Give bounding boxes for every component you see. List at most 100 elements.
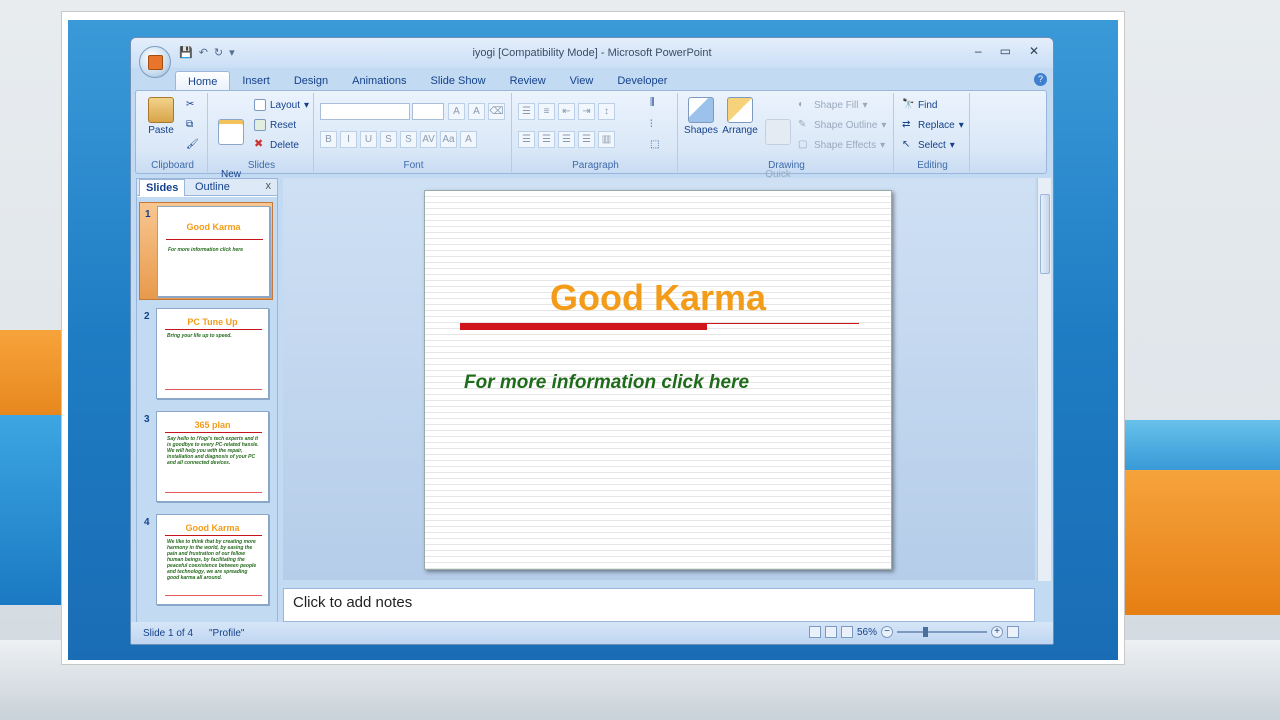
vertical-scrollbar[interactable] [1037, 178, 1051, 581]
thumbnail-rule [165, 492, 262, 493]
tab-slide-show[interactable]: Slide Show [419, 71, 498, 91]
cursor-icon: ↖ [902, 139, 911, 150]
cut-icon[interactable]: ✂ [186, 99, 194, 110]
zoom-slider[interactable] [897, 627, 988, 637]
layout-label: Layout [270, 99, 301, 111]
case-icon[interactable]: Aa [440, 131, 457, 148]
tab-developer[interactable]: Developer [605, 71, 679, 91]
align-right-icon[interactable]: ☰ [558, 131, 575, 148]
thumbnail-body: We like to think that by creating more h… [167, 539, 257, 581]
fit-to-window-icon[interactable] [1007, 626, 1020, 638]
thumbnail-rule [165, 329, 262, 330]
panel-tabs: Slides Outline x [137, 179, 277, 196]
select-button[interactable]: ↖ Select ▾ [902, 139, 955, 151]
zoom-out-icon[interactable]: − [881, 626, 894, 638]
strike-icon[interactable]: S [380, 131, 397, 148]
group-font: A A ⌫ B I U S S AV Aa A Font [316, 93, 512, 172]
fill-icon: ◐ [798, 99, 805, 110]
paste-button[interactable]: Paste [144, 97, 178, 136]
scrollbar-thumb[interactable] [1040, 194, 1050, 274]
font-label: Font [403, 160, 424, 171]
slide-number: 3 [144, 414, 150, 425]
shapes-button[interactable]: Shapes [682, 97, 720, 136]
slide-indicator: Slide 1 of 4 [143, 628, 194, 639]
increase-indent-icon[interactable]: ⇥ [578, 103, 595, 120]
tab-outline-panel[interactable]: Outline [189, 179, 236, 196]
slide-title[interactable]: Good Karma [425, 277, 891, 319]
office-button[interactable] [139, 46, 171, 78]
shape-effects-button[interactable]: ▢ Shape Effects ▾ [798, 139, 885, 151]
align-left-icon[interactable]: ☰ [518, 131, 535, 148]
maximize-button[interactable]: ▭ [1000, 44, 1011, 58]
smartart-icon[interactable]: ⬚ [650, 139, 659, 150]
bullets-icon[interactable]: ☰ [518, 103, 535, 120]
slide-sorter-icon[interactable] [825, 626, 837, 638]
text-direction-icon[interactable]: ⫼ [650, 97, 655, 108]
justify-icon[interactable]: ☰ [578, 131, 595, 148]
thumbnail-image: Good Karma For more information click he… [157, 206, 270, 297]
layout-button[interactable]: Layout ▾ [254, 99, 309, 111]
thumbnail-title: Good Karma [185, 523, 240, 533]
grow-font-icon[interactable]: A [448, 103, 465, 120]
numbering-icon[interactable]: ≡ [538, 103, 555, 120]
replace-label: Replace [918, 119, 955, 131]
notes-pane[interactable]: Click to add notes [283, 588, 1035, 622]
thumbnail-body: Bring your life up to speed. [167, 333, 232, 339]
slides-label: Slides [247, 160, 276, 171]
copy-icon[interactable]: ⧉ [186, 119, 193, 130]
tab-design[interactable]: Design [282, 71, 340, 91]
tab-home[interactable]: Home [175, 71, 231, 91]
drawing-label: Drawing [768, 160, 805, 171]
tab-slides-panel[interactable]: Slides [139, 179, 186, 196]
shape-fill-button[interactable]: ◐ Shape Fill ▾ [798, 99, 868, 111]
slide-thumbnail[interactable]: 1 Good Karma For more information click … [139, 202, 273, 300]
replace-button[interactable]: ⇄ Replace ▾ [902, 119, 964, 131]
font-name-box[interactable] [320, 103, 410, 120]
arrange-button[interactable]: Arrange [720, 97, 760, 136]
slide-thumbnail[interactable]: 2 PC Tune Up Bring your life up to speed… [139, 305, 273, 403]
decrease-indent-icon[interactable]: ⇤ [558, 103, 575, 120]
tab-insert[interactable]: Insert [230, 71, 282, 91]
align-text-icon[interactable]: ⫶ [650, 119, 653, 130]
thumbnail-title: Good Karma [186, 222, 241, 232]
thumbnail-rule [165, 432, 262, 433]
close-panel-icon[interactable]: x [266, 180, 272, 192]
help-icon[interactable]: ? [1034, 73, 1047, 86]
zoom-in-icon[interactable]: + [991, 626, 1004, 638]
tab-view[interactable]: View [558, 71, 606, 91]
line-spacing-icon[interactable]: ↕ [598, 103, 615, 120]
reset-icon [254, 119, 266, 131]
slide-show-icon[interactable] [841, 626, 853, 638]
columns-icon[interactable]: ▥ [598, 131, 615, 148]
tab-review[interactable]: Review [498, 71, 558, 91]
font-size-box[interactable] [412, 103, 444, 120]
thumbnail-list: 1 Good Karma For more information click … [137, 197, 277, 623]
normal-view-icon[interactable] [809, 626, 821, 638]
thumbnail-rule [165, 595, 262, 596]
find-button[interactable]: 🔭 Find [902, 99, 937, 111]
font-color-icon[interactable]: A [460, 131, 477, 148]
zoom-level[interactable]: 56% [857, 627, 877, 638]
slide-thumbnail[interactable]: 4 Good Karma We like to think that by cr… [139, 511, 273, 609]
delete-button[interactable]: ✖ Delete [254, 139, 299, 151]
delete-icon: ✖ [254, 138, 264, 150]
spacing-icon[interactable]: AV [420, 131, 437, 148]
tab-animations[interactable]: Animations [340, 71, 418, 91]
clear-format-icon[interactable]: ⌫ [488, 103, 505, 120]
underline-icon[interactable]: U [360, 131, 377, 148]
slide-body-text[interactable]: For more information click here [464, 372, 749, 394]
close-button[interactable]: ✕ [1029, 44, 1039, 58]
zoom-slider-handle[interactable] [923, 627, 929, 637]
shrink-font-icon[interactable]: A [468, 103, 485, 120]
slide-canvas[interactable]: Good Karma For more information click he… [424, 190, 892, 570]
format-painter-icon[interactable]: 🖌 [186, 139, 199, 150]
italic-icon[interactable]: I [340, 131, 357, 148]
shape-outline-button[interactable]: ✎ Shape Outline ▾ [798, 119, 886, 131]
slide-thumbnail[interactable]: 3 365 plan Say hello to iYogi's tech exp… [139, 408, 273, 506]
powerpoint-window: 💾 ↶ ↻ ▾ iyogi [Compatibility Mode] - Mic… [130, 37, 1054, 645]
minimize-button[interactable]: – [975, 44, 982, 58]
reset-button[interactable]: Reset [254, 119, 296, 131]
align-center-icon[interactable]: ☰ [538, 131, 555, 148]
bold-icon[interactable]: B [320, 131, 337, 148]
shadow-icon[interactable]: S [400, 131, 417, 148]
